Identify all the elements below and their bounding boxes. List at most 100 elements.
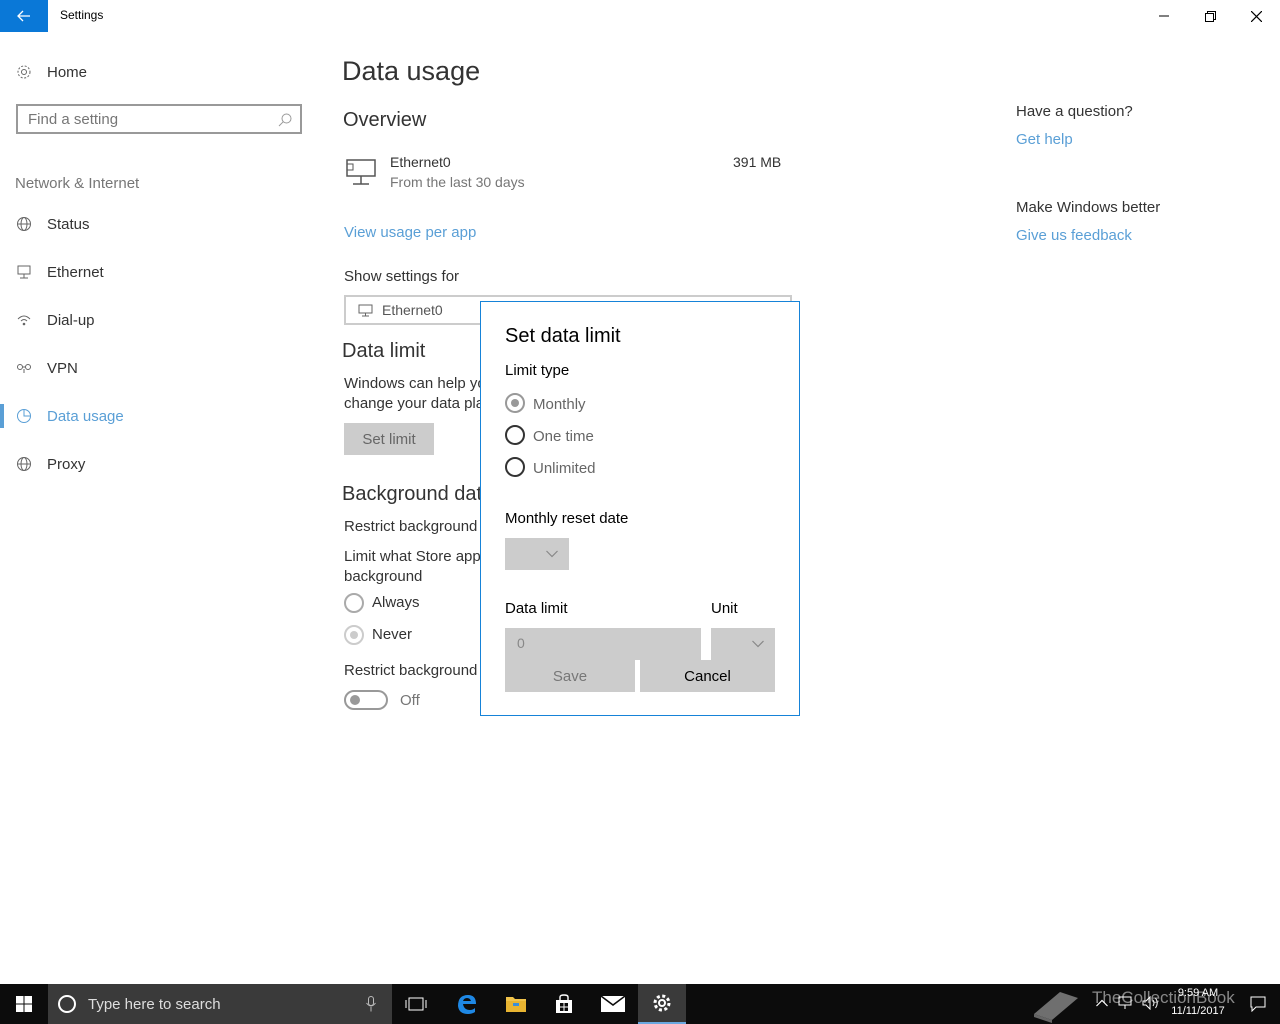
unlimited-radio[interactable] — [505, 457, 525, 477]
edge-button[interactable] — [443, 984, 491, 1024]
clock-time[interactable]: 9:59 AM — [1168, 987, 1228, 999]
book-logo-icon — [1034, 992, 1078, 1023]
search-input[interactable] — [28, 111, 268, 128]
sidebar-home[interactable]: Home — [0, 52, 320, 92]
data-limit-value: 0 — [517, 635, 525, 651]
never-radio[interactable] — [344, 625, 364, 645]
file-explorer-button[interactable] — [492, 984, 540, 1024]
show-settings-for-label: Show settings for — [344, 268, 460, 285]
always-radio[interactable] — [344, 593, 364, 613]
window-title: Settings — [60, 8, 104, 22]
make-windows-better-heading: Make Windows better — [1016, 199, 1161, 216]
cancel-button[interactable]: Cancel — [640, 660, 775, 692]
taskbar-search-box[interactable]: Type here to search — [48, 984, 392, 1024]
sidebar-item-label: Dial-up — [47, 311, 95, 329]
search-box[interactable] — [16, 104, 302, 134]
task-view-icon — [405, 997, 427, 1011]
restore-button[interactable] — [1187, 0, 1233, 32]
windows-logo-icon — [16, 996, 32, 1012]
sidebar-item-dialup[interactable]: Dial-up — [0, 300, 320, 340]
limit-type-label: Limit type — [505, 362, 570, 379]
close-button[interactable] — [1233, 0, 1279, 32]
settings-taskbar-button[interactable] — [638, 984, 686, 1024]
vpn-icon — [16, 360, 32, 376]
usage-period: From the last 30 days — [390, 174, 525, 190]
globe-icon — [16, 456, 32, 472]
one-time-radio[interactable] — [505, 425, 525, 445]
start-button[interactable] — [0, 984, 48, 1024]
sidebar-item-label: Ethernet — [47, 263, 104, 281]
data-limit-input[interactable]: 0 — [505, 628, 701, 660]
sidebar-category: Network & Internet — [15, 175, 140, 192]
sidebar-item-label: Proxy — [47, 455, 86, 473]
sidebar-home-label: Home — [47, 63, 88, 81]
globe-icon — [16, 216, 32, 232]
back-arrow-icon — [17, 10, 30, 22]
toggle-knob — [350, 695, 360, 705]
microphone-icon — [366, 996, 376, 1012]
dialog-title: Set data limit — [505, 325, 621, 347]
data-limit-desc-line2: change your data pla — [344, 395, 485, 412]
set-data-limit-dialog: Set data limit Limit type Monthly One ti… — [480, 301, 800, 716]
connection-name: Ethernet0 — [390, 154, 451, 170]
action-center-icon[interactable] — [1250, 996, 1266, 1012]
sidebar-item-proxy[interactable]: Proxy — [0, 444, 320, 484]
title-bar — [0, 0, 1280, 32]
monthly-label: Monthly — [533, 396, 586, 413]
restrict-background-toggle-label: Restrict background — [344, 662, 478, 679]
have-question-heading: Have a question? — [1016, 103, 1133, 120]
minimize-icon — [1159, 15, 1169, 17]
overview-heading: Overview — [343, 109, 427, 131]
save-label: Save — [552, 667, 588, 685]
restrict-background-toggle[interactable] — [344, 690, 388, 710]
task-view-button[interactable] — [392, 984, 440, 1024]
gear-icon — [653, 994, 671, 1012]
get-help-link[interactable]: Get help — [1016, 131, 1073, 148]
ethernet-icon — [16, 264, 32, 280]
save-button[interactable]: Save — [505, 660, 635, 692]
edge-icon — [458, 995, 476, 1014]
sidebar-item-label: Data usage — [47, 407, 124, 425]
data-usage-icon — [16, 408, 32, 424]
data-limit-desc-line1: Windows can help yo — [344, 375, 486, 392]
minimize-button[interactable] — [1141, 0, 1187, 32]
chevron-down-icon — [752, 640, 764, 648]
give-feedback-link[interactable]: Give us feedback — [1016, 227, 1132, 244]
clock-date[interactable]: 11/11/2017 — [1162, 1005, 1234, 1017]
never-label: Never — [372, 626, 413, 643]
view-usage-per-app-link[interactable]: View usage per app — [344, 224, 476, 241]
sidebar-item-vpn[interactable]: VPN — [0, 348, 320, 388]
sidebar-item-ethernet[interactable]: Ethernet — [0, 252, 320, 292]
close-icon — [1250, 10, 1262, 22]
ethernet-icon — [358, 304, 373, 317]
limit-store-apps-line1: Limit what Store app — [344, 548, 481, 565]
reset-date-label: Monthly reset date — [505, 510, 629, 527]
chevron-down-icon — [546, 550, 558, 558]
mail-icon — [601, 996, 625, 1012]
cortana-icon — [58, 995, 76, 1013]
folder-icon — [506, 997, 526, 1012]
unit-dropdown[interactable] — [711, 628, 775, 660]
network-icon[interactable] — [1118, 996, 1134, 1010]
background-data-heading: Background dat — [342, 483, 483, 505]
data-limit-heading: Data limit — [342, 340, 426, 362]
ethernet-icon — [346, 159, 376, 185]
radio-dot — [350, 631, 358, 639]
mail-button[interactable] — [589, 984, 637, 1024]
unit-label: Unit — [711, 600, 738, 617]
toggle-state: Off — [400, 692, 420, 709]
reset-date-dropdown[interactable] — [505, 538, 569, 570]
set-limit-button[interactable]: Set limit — [344, 423, 434, 455]
restore-icon — [1204, 10, 1216, 22]
cancel-label: Cancel — [684, 667, 731, 685]
monthly-radio[interactable] — [505, 393, 525, 413]
store-bag-icon — [556, 994, 572, 1013]
sidebar-item-status[interactable]: Status — [0, 204, 320, 244]
sidebar-item-data-usage[interactable]: Data usage — [0, 396, 320, 436]
store-button[interactable] — [540, 984, 588, 1024]
set-limit-label: Set limit — [362, 430, 416, 448]
back-button[interactable] — [0, 0, 48, 32]
chevron-up-icon[interactable] — [1096, 999, 1108, 1007]
volume-icon[interactable] — [1142, 996, 1160, 1010]
page-title: Data usage — [342, 56, 481, 86]
